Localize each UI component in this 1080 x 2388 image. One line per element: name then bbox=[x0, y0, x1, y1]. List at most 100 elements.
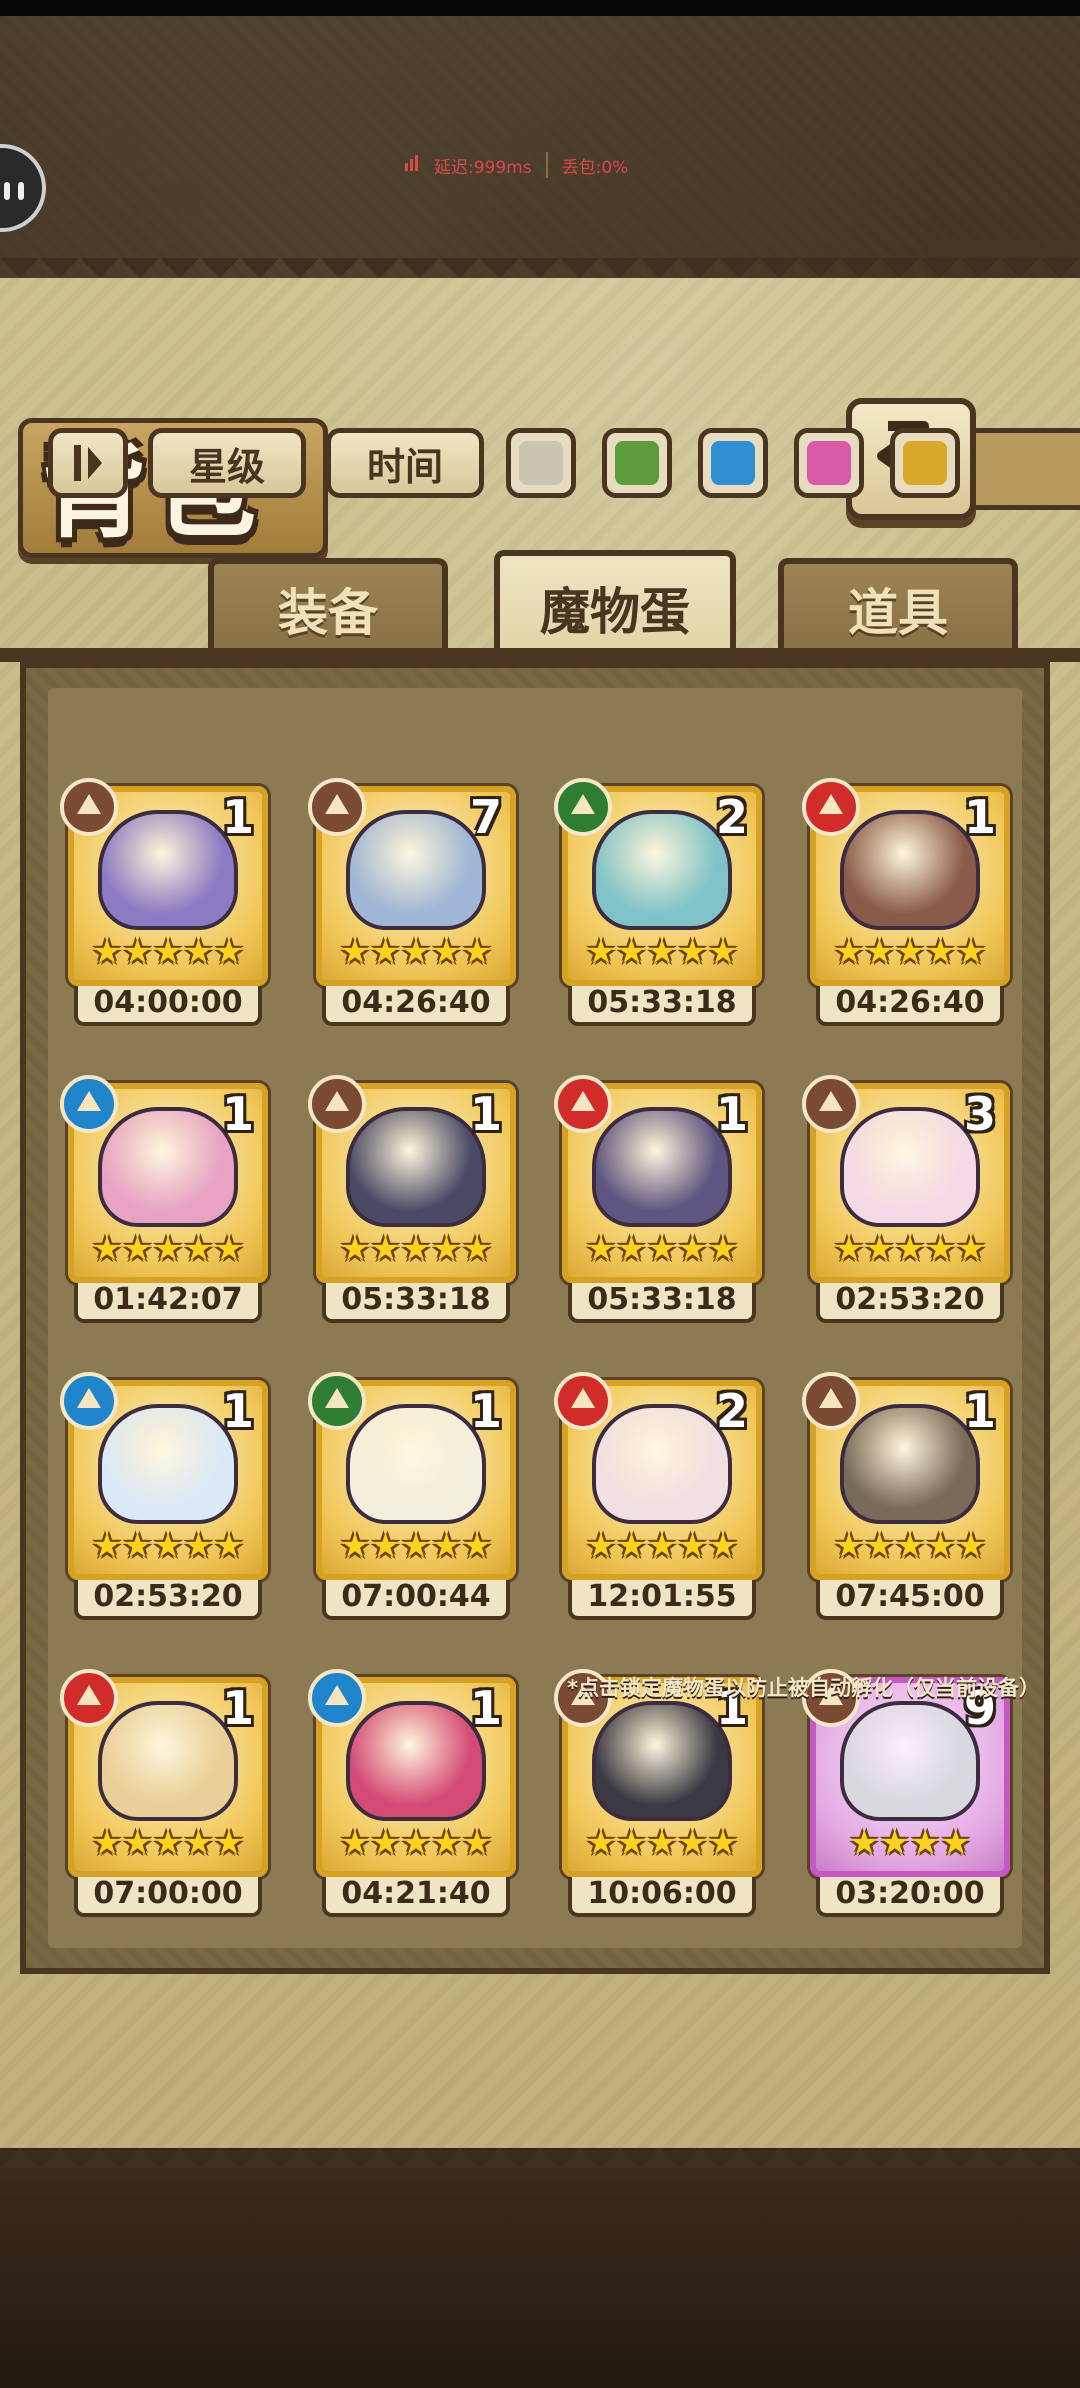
egg-card[interactable]: 1 ★★★★★ 10:06:00 bbox=[554, 1669, 762, 1917]
tab-monster-eggs[interactable]: 魔物蛋 bbox=[494, 550, 736, 660]
back-button-rail bbox=[960, 428, 1080, 510]
monster-egg-art bbox=[346, 810, 486, 930]
monster-egg-art bbox=[346, 1404, 486, 1524]
star-rating: ★★★★★ bbox=[585, 1229, 739, 1269]
hatch-timer: 05:33:18 bbox=[568, 1283, 756, 1323]
tab-rail bbox=[0, 648, 1080, 662]
star-rating: ★★★★★ bbox=[91, 932, 245, 972]
egg-count: 3 bbox=[963, 1087, 996, 1141]
egg-card[interactable]: 1 ★★★★★ 01:42:07 bbox=[60, 1075, 268, 1323]
monster-egg-art bbox=[592, 1404, 732, 1524]
earth-element-icon bbox=[60, 778, 118, 836]
water-element-icon bbox=[308, 1669, 366, 1727]
filter-blue-button[interactable] bbox=[698, 428, 768, 498]
egg-card[interactable]: 1 ★★★★★ 04:26:40 bbox=[802, 778, 1010, 1026]
status-bar-edge bbox=[0, 0, 1080, 16]
egg-card[interactable]: 1 ★★★★★ 04:00:00 bbox=[60, 778, 268, 1026]
star-rating: ★★★★★ bbox=[833, 1526, 987, 1566]
egg-card[interactable]: 1 ★★★★★ 05:33:18 bbox=[554, 1075, 762, 1323]
hatch-timer: 03:20:00 bbox=[816, 1877, 1004, 1917]
gold-swatch bbox=[903, 441, 947, 485]
earth-element-icon bbox=[802, 1372, 860, 1430]
monster-egg-art bbox=[840, 810, 980, 930]
egg-card[interactable]: 2 ★★★★★ 12:01:55 bbox=[554, 1372, 762, 1620]
star-rating: ★★★★★ bbox=[339, 1229, 493, 1269]
egg-card[interactable]: 1 ★★★★★ 07:00:00 bbox=[60, 1669, 268, 1917]
hatch-timer: 04:26:40 bbox=[322, 986, 510, 1026]
egg-card[interactable]: 1 ★★★★★ 07:45:00 bbox=[802, 1372, 1010, 1620]
monster-egg-art bbox=[840, 1107, 980, 1227]
sort-by-star-button[interactable]: 星级 bbox=[148, 428, 306, 498]
hatch-timer: 04:26:40 bbox=[816, 986, 1004, 1026]
filter-white-button[interactable] bbox=[506, 428, 576, 498]
star-rating: ★★★★★ bbox=[91, 1229, 245, 1269]
water-element-icon bbox=[60, 1075, 118, 1133]
earth-element-icon bbox=[308, 1075, 366, 1133]
hatch-timer: 05:33:18 bbox=[322, 1283, 510, 1323]
tab-equipment[interactable]: 装备 bbox=[208, 558, 448, 654]
sort-by-time-button[interactable]: 时间 bbox=[326, 428, 484, 498]
egg-count: 1 bbox=[469, 1681, 502, 1735]
egg-card[interactable]: 7 ★★★★★ 04:26:40 bbox=[308, 778, 516, 1026]
egg-card[interactable]: 1 ★★★★★ 07:00:44 bbox=[308, 1372, 516, 1620]
monster-egg-art bbox=[98, 810, 238, 930]
star-rating: ★★★★★ bbox=[339, 932, 493, 972]
network-status: 延迟:999ms 丢包:0% bbox=[405, 148, 628, 182]
hatch-timer: 07:00:00 bbox=[74, 1877, 262, 1917]
monster-egg-art bbox=[840, 1701, 980, 1821]
sort-order-button[interactable] bbox=[48, 428, 128, 498]
torn-edge-top bbox=[0, 258, 1080, 298]
egg-count: 1 bbox=[963, 790, 996, 844]
earth-element-icon bbox=[308, 778, 366, 836]
lock-hint-note: *点击锁定魔物蛋以防止被自动孵化（仅当前设备） bbox=[567, 1676, 1040, 1700]
green-swatch bbox=[615, 441, 659, 485]
egg-count: 1 bbox=[469, 1087, 502, 1141]
fire-element-icon bbox=[554, 1075, 612, 1133]
fire-element-icon bbox=[802, 778, 860, 836]
hatch-timer: 04:00:00 bbox=[74, 986, 262, 1026]
egg-card[interactable]: 2 ★★★★★ 05:33:18 bbox=[554, 778, 762, 1026]
monster-egg-art bbox=[98, 1107, 238, 1227]
egg-count: 1 bbox=[221, 1384, 254, 1438]
monster-egg-art bbox=[592, 810, 732, 930]
egg-count: 2 bbox=[715, 790, 748, 844]
egg-card[interactable]: 1 ★★★★★ 02:53:20 bbox=[60, 1372, 268, 1620]
filter-green-button[interactable] bbox=[602, 428, 672, 498]
torn-edge-bottom bbox=[0, 2128, 1080, 2168]
background-bottom bbox=[0, 2150, 1080, 2388]
monster-egg-art bbox=[98, 1701, 238, 1821]
star-rating: ★★★★★ bbox=[833, 1229, 987, 1269]
star-rating: ★★★★★ bbox=[339, 1823, 493, 1863]
star-rating: ★★★★★ bbox=[585, 932, 739, 972]
egg-count: 1 bbox=[963, 1384, 996, 1438]
egg-card[interactable]: 3 ★★★★★ 02:53:20 bbox=[802, 1075, 1010, 1323]
hatch-timer: 01:42:07 bbox=[74, 1283, 262, 1323]
hatch-timer: 12:01:55 bbox=[568, 1580, 756, 1620]
egg-count: 7 bbox=[469, 790, 502, 844]
monster-egg-art bbox=[592, 1701, 732, 1821]
pink-swatch bbox=[807, 441, 851, 485]
filter-pink-button[interactable] bbox=[794, 428, 864, 498]
hatch-timer: 07:45:00 bbox=[816, 1580, 1004, 1620]
fire-element-icon bbox=[60, 1669, 118, 1727]
eye-icon bbox=[4, 182, 10, 200]
egg-count: 1 bbox=[715, 1087, 748, 1141]
egg-count: 1 bbox=[221, 790, 254, 844]
hatch-timer: 02:53:20 bbox=[74, 1580, 262, 1620]
egg-count: 1 bbox=[469, 1384, 502, 1438]
egg-card[interactable]: 1 ★★★★★ 05:33:18 bbox=[308, 1075, 516, 1323]
monster-egg-art bbox=[346, 1701, 486, 1821]
monster-egg-art bbox=[840, 1404, 980, 1524]
star-rating: ★★★★★ bbox=[91, 1526, 245, 1566]
packet-loss-label: 丢包:0% bbox=[561, 157, 629, 178]
filter-gold-button[interactable] bbox=[890, 428, 960, 498]
grass-element-icon bbox=[308, 1372, 366, 1430]
egg-card[interactable]: 9 ★★★★ 03:20:00 bbox=[802, 1669, 1010, 1917]
divider bbox=[545, 152, 548, 178]
hatch-timer: 07:00:44 bbox=[322, 1580, 510, 1620]
star-rating: ★★★★★ bbox=[833, 932, 987, 972]
sort-toggle-icon bbox=[74, 445, 102, 481]
egg-card[interactable]: 1 ★★★★★ 04:21:40 bbox=[308, 1669, 516, 1917]
signal-icon bbox=[405, 154, 420, 176]
tab-items[interactable]: 道具 bbox=[778, 558, 1018, 654]
